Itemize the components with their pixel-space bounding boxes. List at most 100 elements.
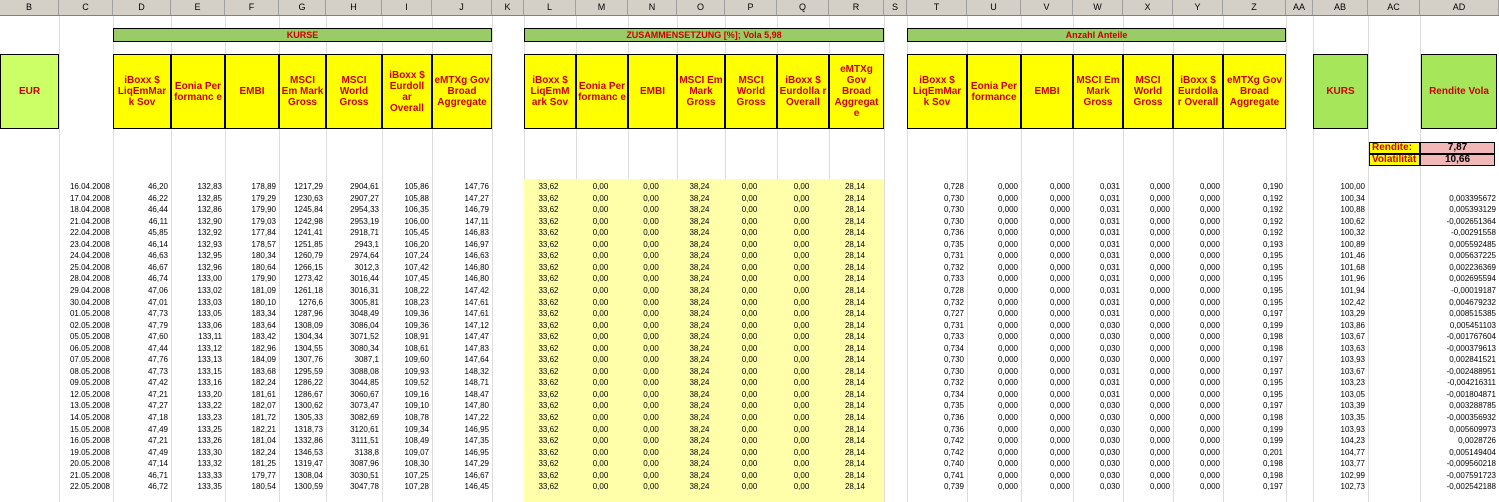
table-cell[interactable]: 0,00 bbox=[777, 285, 826, 296]
table-cell[interactable]: 3111,51 bbox=[326, 435, 379, 446]
table-cell[interactable]: 21.05.2008 bbox=[59, 470, 110, 481]
table-cell[interactable]: 0,00 bbox=[628, 262, 674, 273]
table-cell[interactable]: 28,14 bbox=[829, 435, 881, 446]
table-cell[interactable]: 0,000 bbox=[1123, 354, 1170, 365]
table-cell[interactable]: 109,34 bbox=[382, 424, 429, 435]
table-cell[interactable]: 33,62 bbox=[524, 458, 573, 469]
table-cell[interactable]: 38,24 bbox=[677, 481, 722, 492]
table-cell[interactable]: 0,030 bbox=[1073, 424, 1120, 435]
table-cell[interactable]: 0,00 bbox=[628, 239, 674, 250]
table-cell[interactable]: 3080,34 bbox=[326, 343, 379, 354]
table-cell[interactable]: 47,01 bbox=[113, 297, 168, 308]
table-cell[interactable]: 0,000 bbox=[1021, 250, 1070, 261]
table-cell[interactable]: 0,000 bbox=[967, 193, 1018, 204]
table-cell[interactable]: 0,000 bbox=[1123, 285, 1170, 296]
table-cell[interactable]: 46,72 bbox=[113, 481, 168, 492]
table-cell[interactable]: 101,94 bbox=[1313, 285, 1365, 296]
table-cell[interactable]: 0,000 bbox=[967, 400, 1018, 411]
table-cell[interactable]: 3073,47 bbox=[326, 400, 379, 411]
table-cell[interactable]: 0,00 bbox=[725, 250, 774, 261]
table-cell[interactable]: 0,000 bbox=[1123, 193, 1170, 204]
table-cell[interactable]: 146,80 bbox=[432, 273, 489, 284]
table-cell[interactable]: 0,198 bbox=[1223, 412, 1283, 423]
table-cell[interactable]: 0,000 bbox=[1021, 320, 1070, 331]
table-cell[interactable]: 0,00 bbox=[576, 227, 625, 238]
table-cell[interactable]: 0,000 bbox=[1123, 297, 1170, 308]
table-cell[interactable]: 0,000 bbox=[967, 458, 1018, 469]
table-cell[interactable]: 0,031 bbox=[1073, 389, 1120, 400]
table-cell[interactable]: 0,000 bbox=[1123, 227, 1170, 238]
table-cell[interactable]: 1300,59 bbox=[279, 481, 323, 492]
table-cell[interactable]: 0,00 bbox=[576, 285, 625, 296]
table-cell[interactable]: 38,24 bbox=[677, 331, 722, 342]
table-cell[interactable]: 0,00 bbox=[576, 273, 625, 284]
table-cell[interactable]: 0,195 bbox=[1223, 377, 1283, 388]
table-cell[interactable]: 0,197 bbox=[1223, 481, 1283, 492]
table-cell[interactable]: 46,22 bbox=[113, 193, 168, 204]
table-cell[interactable]: 0,000 bbox=[1123, 273, 1170, 284]
table-cell[interactable]: 178,57 bbox=[225, 239, 276, 250]
table-cell[interactable]: 0,000 bbox=[1173, 389, 1220, 400]
table-cell[interactable]: 132,95 bbox=[171, 250, 222, 261]
table-cell[interactable]: 0,00 bbox=[777, 262, 826, 273]
table-cell[interactable]: 0,192 bbox=[1223, 227, 1283, 238]
table-cell[interactable]: 1241,41 bbox=[279, 227, 323, 238]
table-cell[interactable]: 103,29 bbox=[1313, 308, 1365, 319]
table-cell[interactable]: 0,00 bbox=[777, 297, 826, 308]
table-cell[interactable]: 0,00 bbox=[777, 227, 826, 238]
table-cell[interactable]: 3087,96 bbox=[326, 458, 379, 469]
table-cell[interactable]: 133,32 bbox=[171, 458, 222, 469]
table-cell[interactable]: 0,00 bbox=[725, 447, 774, 458]
table-cell[interactable]: 146,83 bbox=[432, 227, 489, 238]
table-cell[interactable]: 0,730 bbox=[907, 204, 964, 215]
table-cell[interactable]: 0,000 bbox=[1021, 447, 1070, 458]
table-cell[interactable]: 1245,84 bbox=[279, 204, 323, 215]
table-cell[interactable]: 0,736 bbox=[907, 412, 964, 423]
table-cell[interactable]: 0,00 bbox=[628, 412, 674, 423]
table-cell[interactable]: 182,21 bbox=[225, 424, 276, 435]
table-cell[interactable]: 46,14 bbox=[113, 239, 168, 250]
table-cell[interactable]: 0,00 bbox=[628, 424, 674, 435]
table-cell[interactable]: 0,000 bbox=[1021, 366, 1070, 377]
table-cell[interactable]: 146,80 bbox=[432, 262, 489, 273]
table-cell[interactable]: 0,002236369 bbox=[1420, 262, 1496, 273]
table-cell[interactable]: 0,00 bbox=[576, 424, 625, 435]
column-header-h[interactable]: H bbox=[326, 0, 382, 15]
table-cell[interactable]: 0,000 bbox=[1123, 262, 1170, 273]
table-cell[interactable]: 0,000 bbox=[1173, 447, 1220, 458]
table-cell[interactable]: 133,00 bbox=[171, 273, 222, 284]
table-cell[interactable]: 133,33 bbox=[171, 470, 222, 481]
table-cell[interactable]: 109,52 bbox=[382, 377, 429, 388]
table-cell[interactable]: 132,85 bbox=[171, 193, 222, 204]
table-cell[interactable]: 47,06 bbox=[113, 285, 168, 296]
table-cell[interactable]: 0,000 bbox=[1173, 424, 1220, 435]
table-cell[interactable]: 0,00 bbox=[576, 412, 625, 423]
table-cell[interactable]: 0,732 bbox=[907, 377, 964, 388]
table-cell[interactable]: 28,14 bbox=[829, 447, 881, 458]
table-cell[interactable]: 0,00 bbox=[576, 308, 625, 319]
table-cell[interactable]: 0,000 bbox=[1021, 470, 1070, 481]
table-cell[interactable]: 0,00 bbox=[777, 470, 826, 481]
table-cell[interactable]: 132,96 bbox=[171, 262, 222, 273]
table-cell[interactable]: 09.05.2008 bbox=[59, 377, 110, 388]
table-cell[interactable]: 0,030 bbox=[1073, 481, 1120, 492]
table-cell[interactable]: 108,49 bbox=[382, 435, 429, 446]
table-cell[interactable]: 0,195 bbox=[1223, 297, 1283, 308]
table-cell[interactable]: 0,000 bbox=[1123, 435, 1170, 446]
table-cell[interactable]: 133,26 bbox=[171, 435, 222, 446]
table-cell[interactable]: 1260,79 bbox=[279, 250, 323, 261]
table-cell[interactable]: 0,740 bbox=[907, 458, 964, 469]
table-cell[interactable]: -0,000356932 bbox=[1420, 412, 1496, 423]
table-cell[interactable]: 133,16 bbox=[171, 377, 222, 388]
table-cell[interactable]: 0,003288785 bbox=[1420, 400, 1496, 411]
table-cell[interactable]: 0,195 bbox=[1223, 389, 1283, 400]
table-cell[interactable]: 46,71 bbox=[113, 470, 168, 481]
table-cell[interactable]: 0,000 bbox=[1123, 320, 1170, 331]
table-cell[interactable]: -0,001767604 bbox=[1420, 331, 1496, 342]
table-cell[interactable]: 47,14 bbox=[113, 458, 168, 469]
table-cell[interactable]: 102,42 bbox=[1313, 297, 1365, 308]
table-cell[interactable]: 109,10 bbox=[382, 400, 429, 411]
table-cell[interactable]: 07.05.2008 bbox=[59, 354, 110, 365]
table-cell[interactable]: 146,67 bbox=[432, 470, 489, 481]
table-cell[interactable]: 133,15 bbox=[171, 366, 222, 377]
